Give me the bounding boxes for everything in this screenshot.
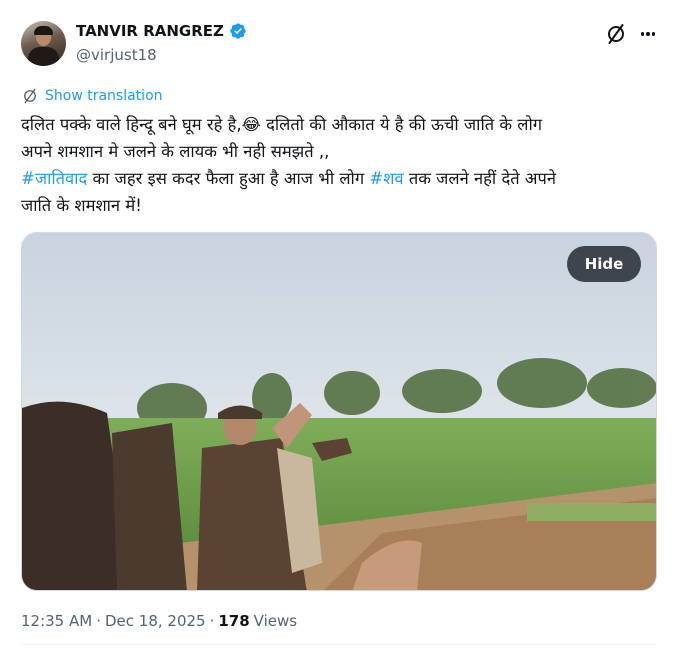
grok-button[interactable] [604, 22, 628, 46]
tweet-text: दलित पक्के वाले हिन्दू बने घूम रहे है,😂 … [21, 111, 661, 219]
translate-icon [24, 88, 36, 104]
show-translation-link[interactable]: Show translation [21, 87, 163, 105]
tweet-line1-part2: दलितो की औकात ये है की ऊची जाति के लोग [260, 115, 543, 134]
tweet-time[interactable]: 12:35 AM [21, 612, 92, 630]
author-handle[interactable]: @virjust18 [76, 46, 157, 64]
tweet-line4: जाति के शमशान में! [21, 196, 142, 215]
more-icon [640, 32, 645, 36]
views-count: 178 [218, 612, 250, 630]
author-name-row: TANVIR RANGREZ [76, 22, 247, 40]
more-options-button[interactable] [636, 22, 660, 46]
hashtag-link[interactable]: #जातिवाद [21, 169, 87, 188]
views-label: Views [253, 612, 298, 630]
avatar-figure-hair [34, 26, 53, 35]
hashtag-link[interactable]: #शव [369, 169, 403, 188]
tweet-line1-part1: दलित पक्के वाले हिन्दू बने घूम रहे है, [21, 115, 242, 134]
meta-separator: · [96, 612, 101, 630]
video-media[interactable]: Hide [21, 232, 657, 591]
meta-separator: · [209, 612, 215, 630]
avatar[interactable] [21, 21, 66, 66]
tweet-line3-part1: का जहर इस कदर फैला हुआ है आज भी लोग [87, 169, 370, 188]
divider [21, 644, 657, 645]
show-translation-label: Show translation [45, 88, 163, 104]
tweet-line3-part2: तक जलने नहीं देते अपने [403, 169, 556, 188]
author-display-name[interactable]: TANVIR RANGREZ [76, 22, 224, 40]
tweet-meta: 12:35 AM · Dec 18, 2025 · 178 Views [21, 612, 297, 630]
verified-badge-icon [230, 23, 246, 39]
hide-media-button[interactable]: Hide [567, 246, 641, 282]
more-icon-dot [651, 32, 656, 36]
avatar-figure-body [28, 47, 59, 66]
more-icon-dot [646, 32, 650, 36]
grok-icon [608, 24, 624, 44]
video-frame [22, 233, 656, 590]
laughing-emoji: 😂 [241, 115, 261, 134]
tweet-date[interactable]: Dec 18, 2025 [105, 612, 206, 630]
tweet-line2: अपने शमशान मे जलने के लायक भी नही समझते … [21, 142, 330, 161]
